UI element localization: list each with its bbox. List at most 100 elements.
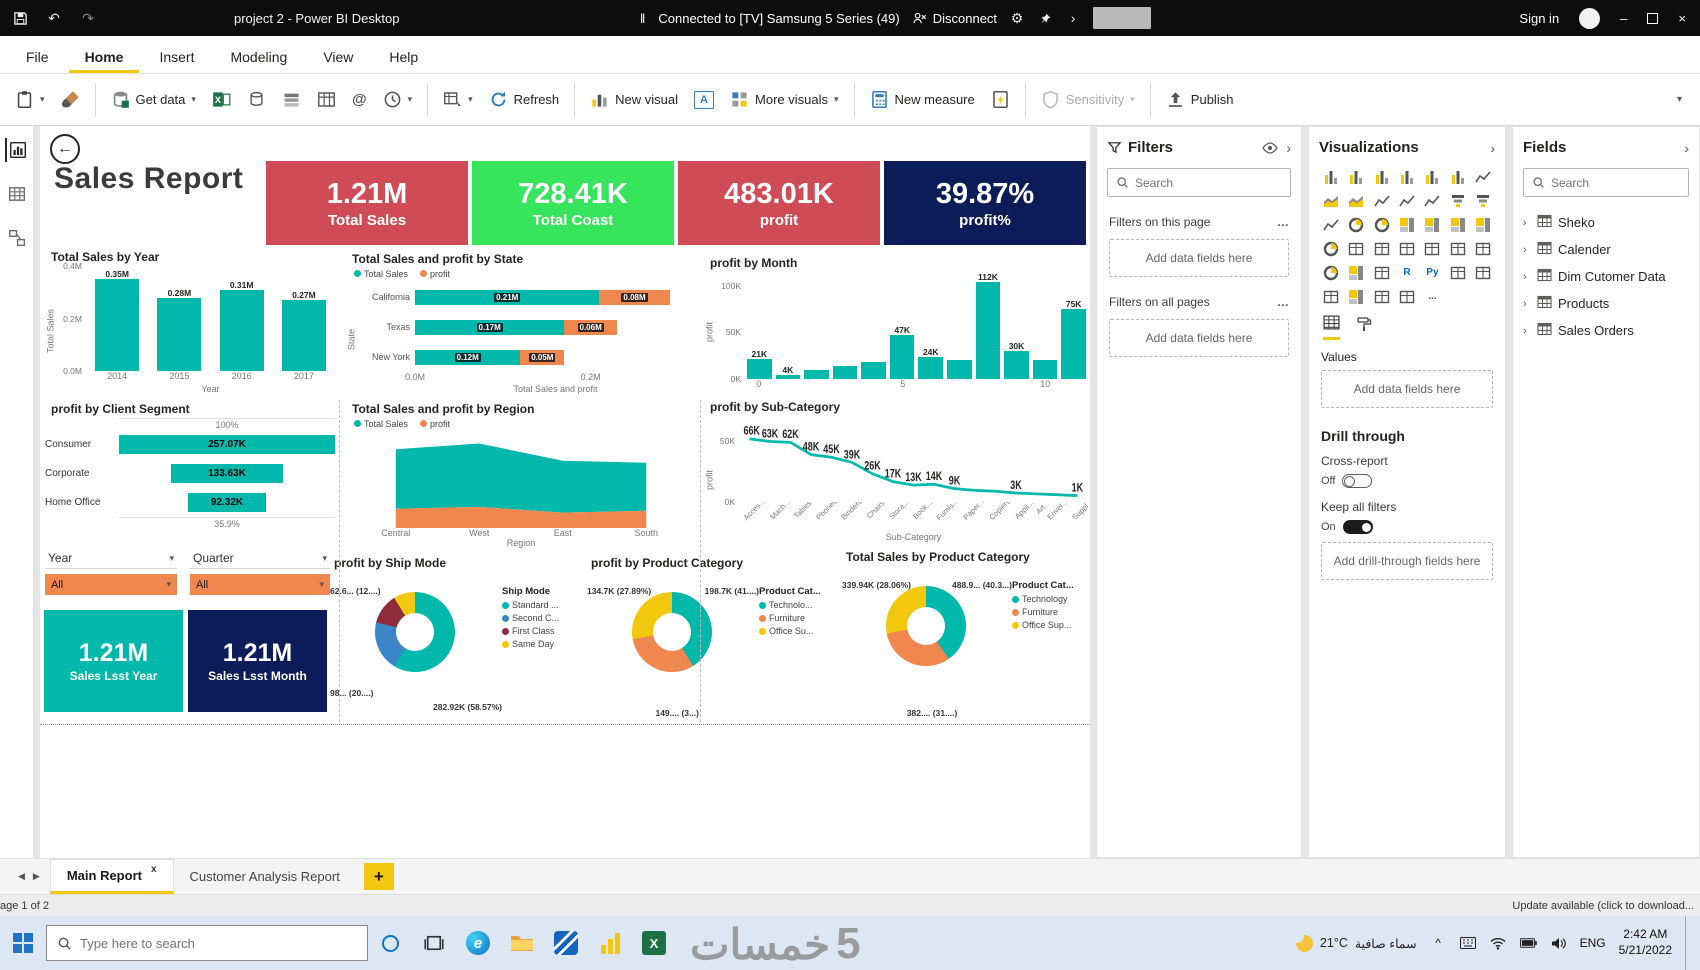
filled-map-icon[interactable] (1446, 214, 1469, 235)
line-chart-icon[interactable] (1472, 166, 1495, 187)
field-table-calender[interactable]: ›Calender (1517, 236, 1695, 263)
sensitivity-button[interactable]: Sensitivity ▾ (1034, 84, 1142, 115)
expand-chevron-icon[interactable]: › (1523, 271, 1531, 283)
chart-sales-profit-by-state[interactable]: Total Sales and profit by State Total Sa… (346, 250, 696, 396)
menu-home[interactable]: Home (69, 40, 140, 73)
bar-segment[interactable]: 0.08M (599, 290, 669, 305)
language-indicator[interactable]: ENG (1580, 936, 1606, 950)
fields-search-input[interactable] (1551, 176, 1680, 190)
stacked-bar-chart-icon[interactable] (1319, 166, 1342, 187)
tab-customer-analysis-report[interactable]: Customer Analysis Report (174, 859, 356, 894)
recent-sources-button[interactable]: ▾ (376, 84, 420, 115)
filters-all-pages-dropzone[interactable]: Add data fields here (1109, 319, 1289, 357)
taskbar-search-input[interactable] (80, 936, 357, 951)
smart-narrative-icon[interactable] (1446, 262, 1469, 283)
eye-icon[interactable] (1262, 142, 1278, 154)
close-tab-icon[interactable]: x (151, 864, 157, 875)
drill-through-dropzone[interactable]: Add drill-through fields here (1321, 542, 1493, 580)
excel-workbook-button[interactable]: X (205, 84, 238, 115)
model-view-button[interactable] (5, 226, 29, 250)
paste-button[interactable]: ▾ (8, 84, 52, 115)
gauge-icon[interactable] (1319, 238, 1342, 259)
kpi-card-1[interactable]: 728.41KTotal Coast (472, 161, 674, 245)
bar[interactable] (1004, 351, 1029, 379)
bar[interactable] (890, 335, 915, 379)
bar[interactable] (1033, 360, 1058, 379)
bar[interactable] (220, 290, 264, 371)
100-stacked-column-chart-icon[interactable] (1446, 166, 1469, 187)
chevron-down-icon[interactable]: ▾ (322, 553, 327, 564)
bar[interactable] (804, 370, 829, 379)
account-avatar[interactable] (1579, 8, 1600, 29)
pin-icon[interactable] (1037, 10, 1053, 26)
bar-segment[interactable]: 0.06M (564, 320, 617, 335)
menu-view[interactable]: View (307, 40, 369, 73)
chart-profit-by-product-category[interactable]: profit by Product Category 134.7K (27.89… (585, 554, 835, 720)
bar[interactable] (947, 360, 972, 379)
undo-icon[interactable]: ↶ (46, 10, 62, 26)
prev-page-icon[interactable]: ◀ (18, 871, 25, 882)
bar[interactable] (747, 359, 772, 379)
chart-profit-by-subcategory[interactable]: profit by Sub-Category profit50K0K66K63K… (704, 398, 1088, 544)
waterfall-chart-icon[interactable] (1446, 190, 1469, 211)
line-and-stacked-column-chart-icon[interactable] (1370, 190, 1393, 211)
taskbar-clock[interactable]: 2:42 AM 5/21/2022 (1619, 927, 1672, 958)
power-bi-taskbar-icon[interactable] (588, 916, 632, 970)
kpi-card-2[interactable]: 483.01Kprofit (678, 161, 880, 245)
cortana-icon[interactable] (368, 916, 412, 970)
bar[interactable] (861, 362, 886, 379)
chart-total-sales-by-year[interactable]: Total Sales by Year Total Sales0.4M0.2M0… (45, 248, 335, 396)
sign-in-button[interactable]: Sign in (1519, 11, 1559, 26)
data-hub-button[interactable] (240, 84, 273, 115)
bar-segment[interactable]: 0.21M (415, 290, 599, 305)
field-table-sheko[interactable]: ›Sheko (1517, 209, 1695, 236)
values-dropzone[interactable]: Add data fields here (1321, 370, 1493, 408)
bar[interactable] (976, 282, 1001, 379)
donut-chart-icon[interactable] (1370, 214, 1393, 235)
ribbon-chart-icon[interactable] (1421, 190, 1444, 211)
bar-segment[interactable]: 0.12M (415, 350, 520, 365)
donut-ring[interactable] (375, 592, 455, 672)
donut-ring[interactable] (886, 586, 966, 666)
more-options-icon[interactable]: ... (1421, 286, 1444, 307)
new-page-button[interactable]: + (364, 863, 394, 890)
excel-taskbar-icon[interactable]: X (632, 916, 676, 970)
start-button[interactable] (0, 916, 46, 970)
bar[interactable] (833, 366, 858, 379)
kpi-card-0[interactable]: 1.21MTotal Sales (266, 161, 468, 245)
fields-search-box[interactable] (1523, 168, 1689, 197)
cross-report-toggle[interactable] (1342, 474, 1372, 488)
power-automate-icon[interactable] (1370, 286, 1393, 307)
next-page-icon[interactable]: ▶ (33, 871, 40, 882)
shape-map-icon[interactable] (1472, 214, 1495, 235)
quick-measure-button[interactable] (984, 84, 1017, 115)
bar[interactable] (157, 298, 201, 372)
menu-file[interactable]: File (10, 40, 65, 73)
arcgis-map-icon[interactable] (1344, 286, 1367, 307)
filters-page-dropzone[interactable]: Add data fields here (1109, 239, 1289, 277)
bar-segment[interactable]: 0.05M (520, 350, 564, 365)
menu-modeling[interactable]: Modeling (214, 40, 303, 73)
funnel-bar[interactable]: 92.32K (188, 493, 266, 512)
refresh-button[interactable]: Refresh (482, 84, 567, 115)
weather-widget[interactable]: 21°C سماء صافية (1296, 935, 1417, 952)
quarter-slicer-dropdown[interactable]: All ▾ (190, 574, 330, 595)
kpi-card-1[interactable]: 1.21MSales Lsst Month (188, 610, 327, 712)
menu-insert[interactable]: Insert (143, 40, 210, 73)
metrics-icon[interactable] (1472, 262, 1495, 283)
save-icon[interactable] (12, 10, 28, 26)
new-measure-button[interactable]: New measure (863, 84, 982, 115)
scatter-chart-icon[interactable] (1319, 214, 1342, 235)
clustered-bar-chart-icon[interactable] (1370, 166, 1393, 187)
field-table-sales-orders[interactable]: ›Sales Orders (1517, 317, 1695, 344)
redo-icon[interactable]: ↷ (80, 10, 96, 26)
funnel-bar[interactable]: 257.07K (119, 435, 335, 454)
clustered-column-chart-icon[interactable] (1395, 166, 1418, 187)
fields-subtab[interactable] (1323, 315, 1340, 340)
area-chart-icon[interactable] (1319, 190, 1342, 211)
chart-profit-by-client-segment[interactable]: profit by Client Segment 100%Consumer257… (45, 400, 335, 540)
new-visual-button[interactable]: New visual (583, 84, 685, 115)
r-script-visual-icon[interactable]: R (1395, 262, 1418, 283)
collapse-pane-chevron-icon[interactable]: › (1286, 140, 1291, 156)
bar-segment[interactable]: 0.17M (415, 320, 564, 335)
